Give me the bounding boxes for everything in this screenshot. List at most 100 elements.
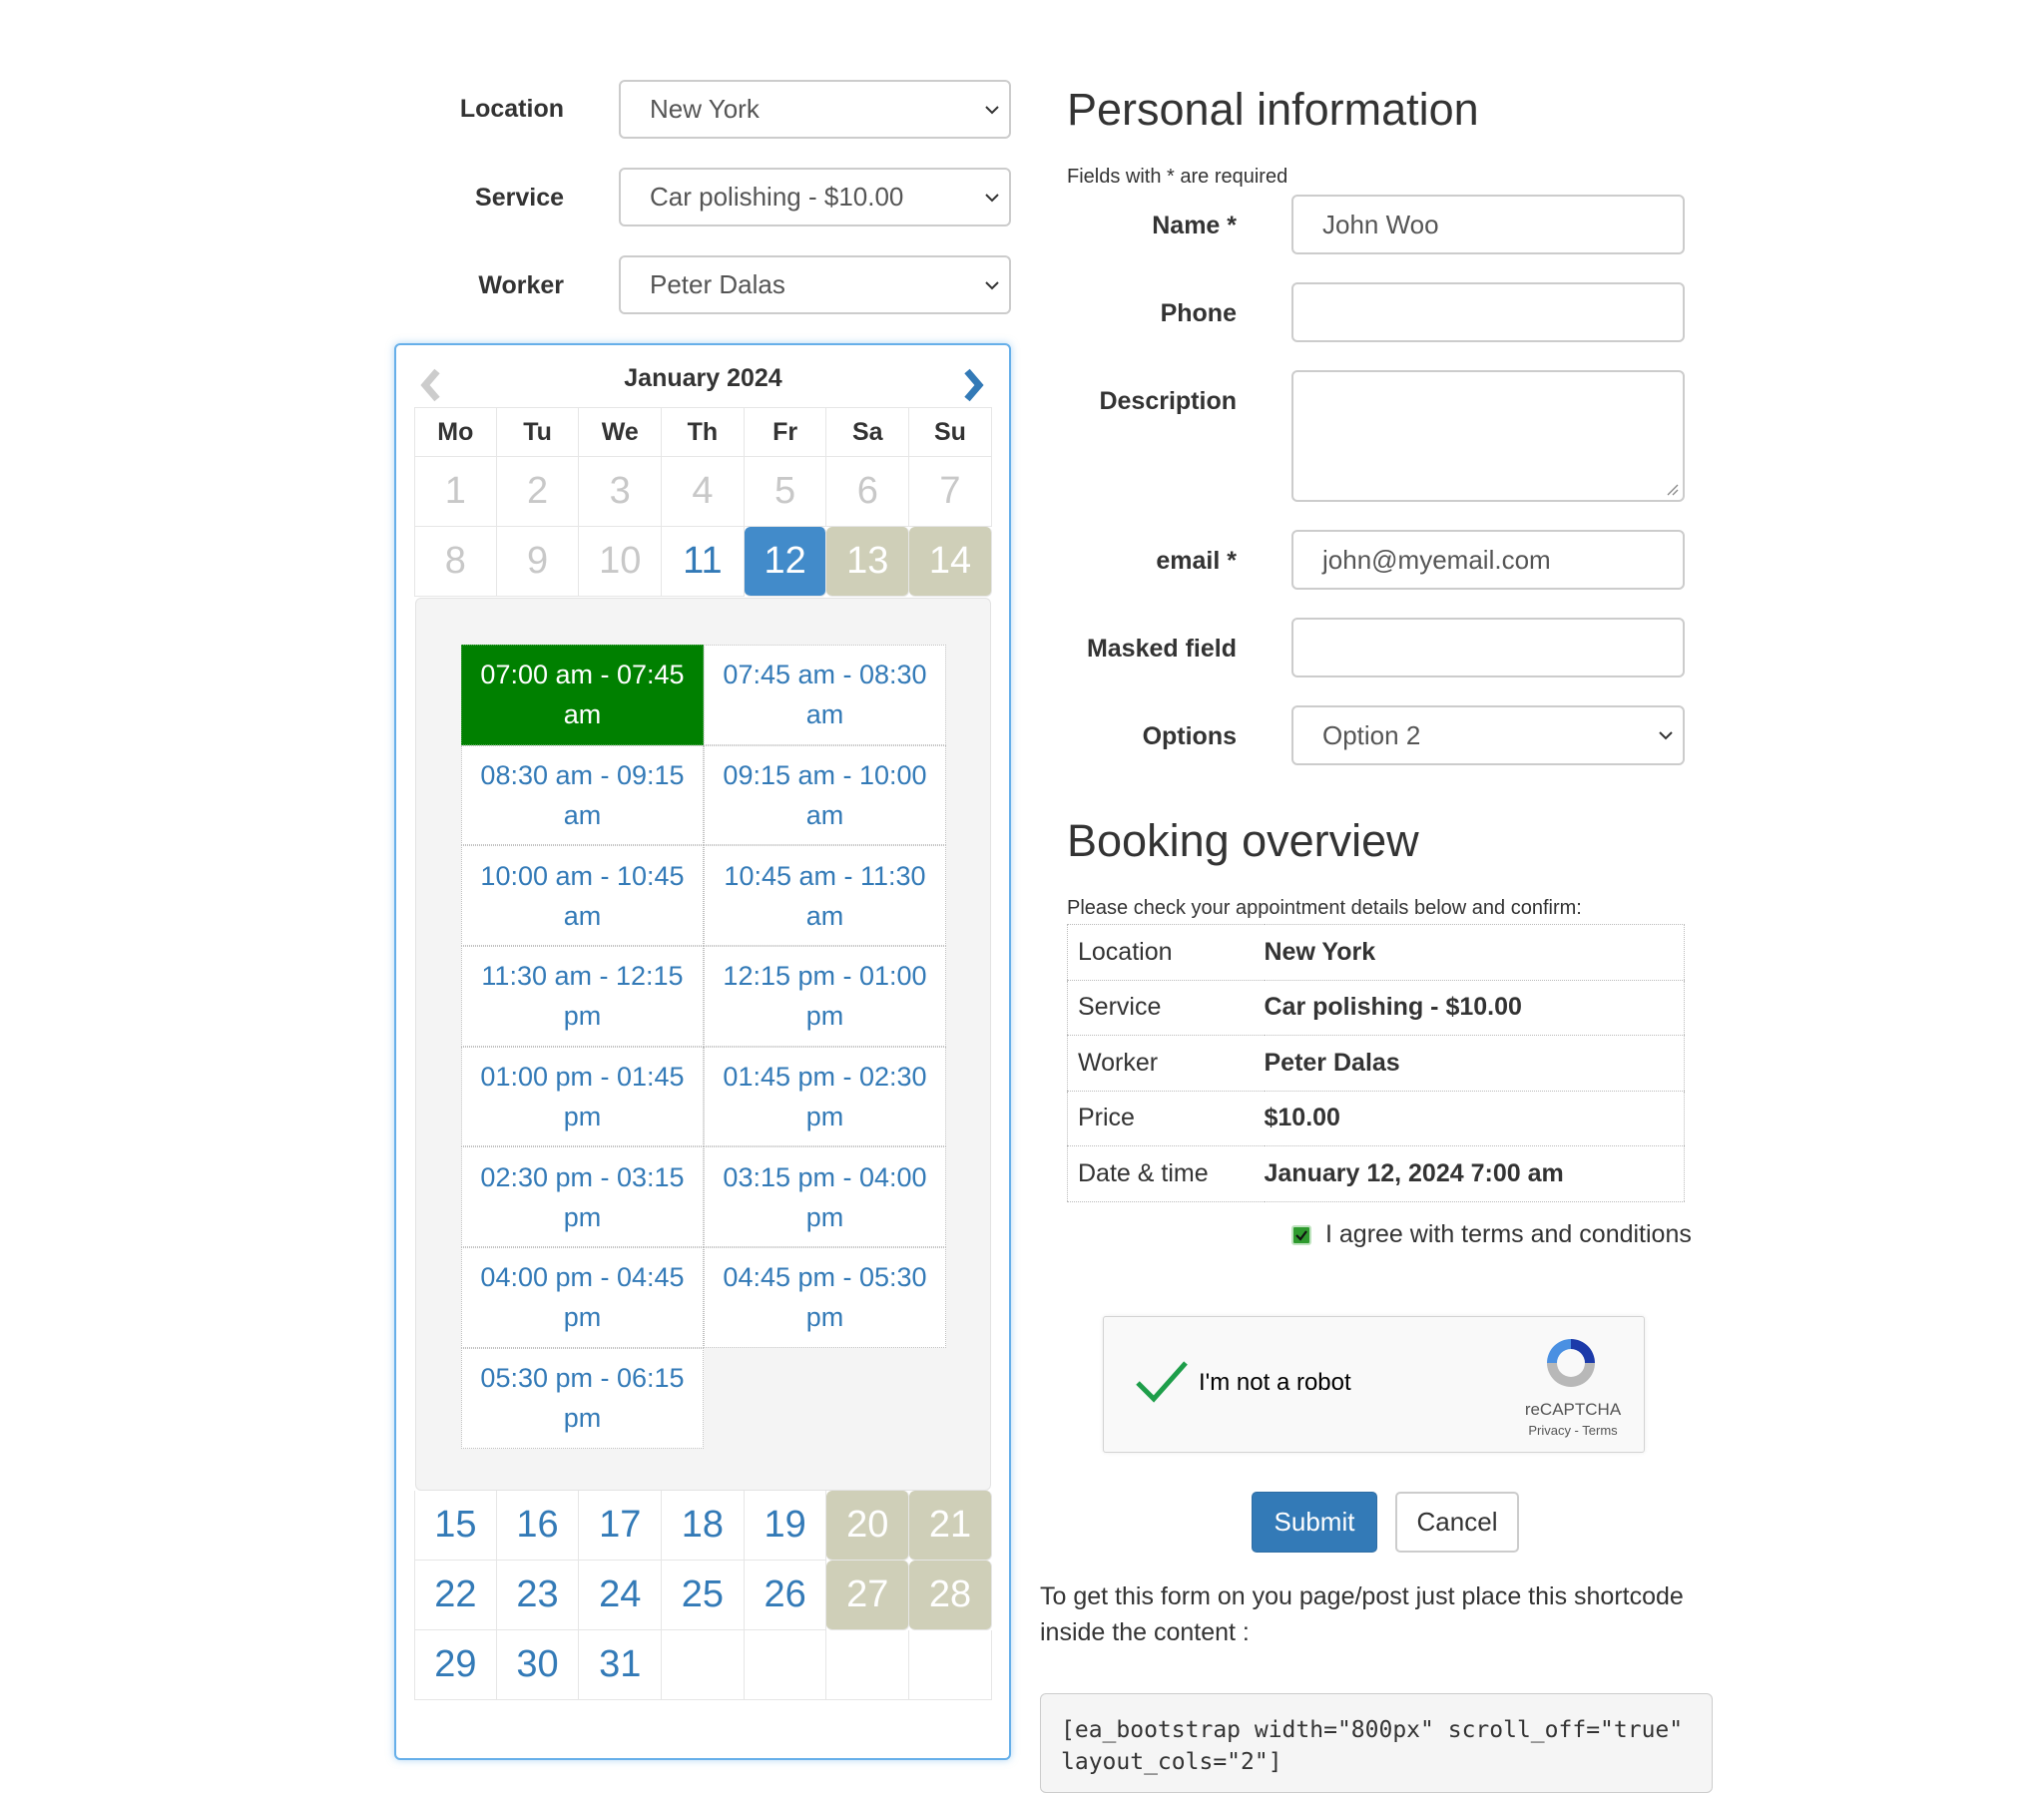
calendar-day[interactable]: 18 — [662, 1491, 745, 1561]
calendar-day[interactable]: 17 — [579, 1491, 663, 1561]
overview-row: Worker Peter Dalas — [1067, 1035, 1685, 1092]
calendar-day: 27 — [826, 1561, 910, 1630]
checkmark-icon — [1295, 1229, 1307, 1241]
service-select-value: Car polishing - $10.00 — [650, 182, 904, 212]
email-input-value: john@myemail.com — [1322, 544, 1551, 575]
time-slot[interactable]: 01:00 pm - 01:45 pm — [461, 1046, 704, 1147]
weekday-header: Mo — [414, 407, 497, 457]
calendar-day: 28 — [909, 1561, 992, 1630]
calendar-day[interactable]: 29 — [414, 1630, 497, 1700]
name-input[interactable]: John Woo — [1291, 195, 1685, 254]
calendar-day: 2 — [496, 457, 580, 527]
personal-info-title: Personal information — [1067, 84, 1479, 135]
location-select-value: New York — [650, 94, 760, 124]
overview-value: New York — [1264, 924, 1685, 981]
time-slot[interactable]: 04:45 pm - 05:30 pm — [704, 1247, 946, 1348]
overview-key: Location — [1067, 924, 1265, 981]
options-select-value: Option 2 — [1322, 719, 1421, 750]
time-slot[interactable]: 12:15 pm - 01:00 pm — [704, 946, 946, 1047]
time-slot[interactable]: 08:30 am - 09:15 am — [461, 744, 704, 846]
name-input-value: John Woo — [1322, 209, 1439, 239]
weekday-header: We — [579, 407, 663, 457]
recaptcha-label: I'm not a robot — [1199, 1369, 1351, 1396]
chevron-down-icon — [985, 105, 999, 114]
agree-checkbox[interactable] — [1291, 1224, 1311, 1245]
shortcode-code: [ea_bootstrap width="800px" scroll_off="… — [1040, 1693, 1713, 1793]
required-note: Fields with * are required — [1067, 166, 1288, 188]
calendar-day[interactable]: 25 — [662, 1561, 745, 1630]
masked-field-input[interactable] — [1291, 618, 1685, 677]
calendar-day-selected[interactable]: 12 — [744, 527, 827, 597]
time-slot-selected[interactable]: 07:00 am - 07:45 am — [461, 645, 704, 745]
submit-button[interactable]: Submit — [1252, 1492, 1377, 1553]
calendar-day[interactable]: 30 — [496, 1630, 580, 1700]
time-slot[interactable]: 03:15 pm - 04:00 pm — [704, 1146, 946, 1248]
calendar-day: 4 — [662, 457, 745, 527]
time-slot[interactable]: 02:30 pm - 03:15 pm — [461, 1146, 704, 1248]
calendar-day[interactable]: 24 — [579, 1561, 663, 1630]
calendar-day: 1 — [414, 457, 497, 527]
overview-value: Car polishing - $10.00 — [1264, 980, 1685, 1036]
overview-note: Please check your appointment details be… — [1067, 897, 1582, 919]
calendar-day[interactable]: 11 — [662, 527, 745, 597]
calendar-day[interactable]: 31 — [579, 1630, 663, 1700]
phone-input[interactable] — [1291, 282, 1685, 342]
name-label: Name * — [1152, 212, 1237, 239]
overview-value: Peter Dalas — [1264, 1035, 1685, 1092]
overview-table: Location New York Service Car polishing - $… — [1067, 924, 1685, 1202]
chevron-down-icon — [985, 193, 999, 202]
worker-label: Worker — [478, 271, 564, 299]
time-slot[interactable]: 10:45 am - 11:30 am — [704, 845, 946, 947]
calendar-empty-cell — [662, 1630, 745, 1700]
calendar-day[interactable]: 22 — [414, 1561, 497, 1630]
phone-label: Phone — [1160, 299, 1237, 327]
agree-label: I agree with terms and conditions — [1325, 1220, 1692, 1248]
email-input[interactable]: john@myemail.com — [1291, 530, 1685, 590]
checkmark-icon[interactable] — [1134, 1357, 1190, 1405]
location-select[interactable]: New York — [619, 80, 1011, 139]
time-slot[interactable]: 10:00 am - 10:45 am — [461, 845, 704, 947]
overview-key: Price — [1067, 1091, 1265, 1146]
calendar-day[interactable]: 26 — [744, 1561, 827, 1630]
weekday-header: Th — [662, 407, 745, 457]
options-select[interactable]: Option 2 — [1291, 705, 1685, 765]
calendar-day: 3 — [579, 457, 663, 527]
time-slot[interactable]: 05:30 pm - 06:15 pm — [461, 1347, 704, 1449]
worker-select-value: Peter Dalas — [650, 269, 785, 299]
calendar-day[interactable]: 16 — [496, 1491, 580, 1561]
chevron-down-icon — [1659, 731, 1673, 740]
overview-key: Worker — [1067, 1035, 1265, 1092]
booking-overview-title: Booking overview — [1067, 815, 1419, 866]
overview-row: Date & time January 12, 2024 7:00 am — [1067, 1145, 1685, 1202]
recaptcha-logo-icon — [1547, 1339, 1595, 1387]
description-textarea[interactable] — [1291, 370, 1685, 502]
calendar-day: 5 — [744, 457, 827, 527]
time-slot[interactable]: 04:00 pm - 04:45 pm — [461, 1247, 704, 1348]
calendar-day: 9 — [496, 527, 580, 597]
shortcode-instructions: To get this form on you page/post just p… — [1040, 1582, 1684, 1646]
recaptcha-widget[interactable]: I'm not a robot reCAPTCHA Privacy - Term… — [1103, 1316, 1645, 1453]
time-slot[interactable]: 11:30 am - 12:15 pm — [461, 946, 704, 1047]
calendar-day[interactable]: 15 — [414, 1491, 497, 1561]
time-slot[interactable]: 09:15 am - 10:00 am — [704, 744, 946, 846]
recaptcha-links[interactable]: Privacy - Terms — [1503, 1423, 1643, 1438]
agree-terms[interactable]: I agree with terms and conditions — [1291, 1220, 1692, 1249]
calendar-day: 10 — [579, 527, 663, 597]
resize-grip-icon[interactable] — [1665, 482, 1679, 496]
masked-field-label: Masked field — [1086, 635, 1237, 663]
calendar-day: 20 — [826, 1491, 910, 1561]
calendar-empty-cell — [826, 1630, 910, 1700]
weekday-header: Tu — [496, 407, 580, 457]
chevron-down-icon — [985, 280, 999, 289]
calendar-weeks-bottom: 15 16 17 18 19 20 21 22 23 24 25 26 27 28 29 30 31 — [414, 1491, 992, 1700]
calendar-empty-cell — [744, 1630, 827, 1700]
calendar-day: 6 — [826, 457, 910, 527]
calendar-day[interactable]: 19 — [744, 1491, 827, 1561]
calendar-day[interactable]: 23 — [496, 1561, 580, 1630]
overview-value: January 12, 2024 7:00 am — [1264, 1145, 1685, 1202]
cancel-button[interactable]: Cancel — [1395, 1492, 1519, 1553]
location-label: Location — [459, 95, 564, 123]
time-slot[interactable]: 01:45 pm - 02:30 pm — [704, 1046, 946, 1147]
calendar-weeks-top: 1 2 3 4 5 6 7 8 9 10 11 12 13 14 — [414, 457, 992, 597]
service-label: Service — [475, 184, 564, 212]
